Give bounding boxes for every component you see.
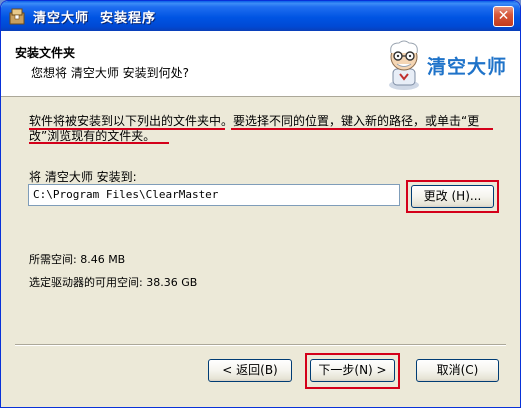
install-path-label: 将 清空大师 安装到:: [29, 170, 137, 184]
window-title: 清空大师 安装程序: [33, 11, 157, 26]
installer-app-icon: [9, 8, 25, 25]
page-subtitle: 您想将 清空大师 安装到何处?: [31, 66, 189, 80]
footer-divider: [15, 344, 506, 346]
description-part1: 软件将被安装到以下列出的文件夹中。: [29, 114, 234, 128]
mascot-icon: [389, 40, 419, 90]
annotation-underline-3: [29, 142, 169, 144]
install-path-input[interactable]: C:\Program Files\ClearMaster: [28, 184, 400, 206]
page-title: 安装文件夹: [15, 46, 76, 60]
title-bar[interactable]: 清空大师 安装程序 ✕: [1, 1, 520, 31]
clearmaster-logo: 清空大师: [381, 35, 511, 92]
next-button[interactable]: 下一步(N) >: [310, 359, 395, 382]
close-button[interactable]: ✕: [493, 6, 514, 27]
description-line2: 改”浏览现有的文件夹。: [29, 129, 156, 143]
space-available-text: 选定驱动器的可用空间: 38.36 GB: [29, 276, 198, 289]
wizard-header: 安装文件夹 您想将 清空大师 安装到何处? 清空大师: [1, 31, 520, 97]
annotation-underline-1: [29, 128, 225, 130]
installer-window: 清空大师 安装程序 ✕ 安装文件夹 您想将 清空大师 安装到何处? 清空大师 软…: [0, 0, 521, 408]
back-button[interactable]: < 返回(B): [208, 359, 292, 382]
logo-text: 清空大师: [427, 56, 508, 78]
annotation-underline-2: [231, 128, 493, 130]
space-required-text: 所需空间: 8.46 MB: [29, 253, 126, 266]
description-part2: 要选择不同的位置，键入新的路径，或单击“更: [233, 114, 480, 128]
browse-button[interactable]: 更改 (H)...: [411, 185, 494, 208]
close-icon: ✕: [497, 8, 510, 24]
cancel-button[interactable]: 取消(C): [416, 359, 499, 382]
